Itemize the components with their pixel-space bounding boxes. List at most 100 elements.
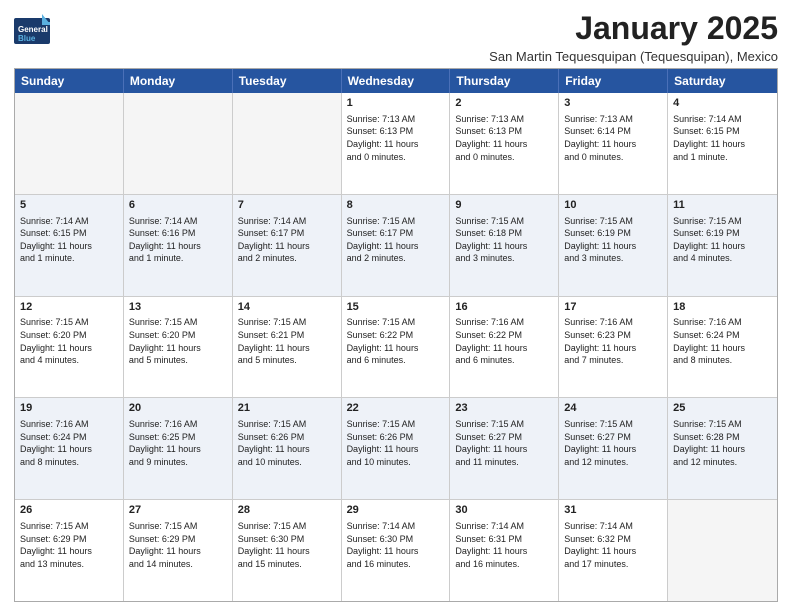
day-info: Sunrise: 7:14 AM Sunset: 6:17 PM Dayligh… <box>238 215 336 265</box>
logo: General Blue <box>14 10 104 44</box>
calendar-header: SundayMondayTuesdayWednesdayThursdayFrid… <box>15 69 777 93</box>
day-number: 18 <box>673 300 772 315</box>
calendar-cell: 10Sunrise: 7:15 AM Sunset: 6:19 PM Dayli… <box>559 195 668 296</box>
day-number: 22 <box>347 401 445 416</box>
calendar-cell: 25 Sunrise: 7:15 AM Sunset: 6:28 PM Dayli… <box>668 398 777 499</box>
day-info: Sunrise: 7:14 AM Sunset: 6:30 PM Dayligh… <box>347 520 445 570</box>
calendar-cell: 6 Sunrise: 7:14 AM Sunset: 6:16 PM Daylig… <box>124 195 233 296</box>
day-number: 10 <box>564 198 662 213</box>
calendar-body: 1Sunrise: 7:13 AM Sunset: 6:13 PM Daylig… <box>15 93 777 601</box>
calendar-cell: 19Sunrise: 7:16 AM Sunset: 6:24 PM Dayli… <box>15 398 124 499</box>
calendar-cell: 11 Sunrise: 7:15 AM Sunset: 6:19 PM Dayli… <box>668 195 777 296</box>
calendar-cell: 2 Sunrise: 7:13 AM Sunset: 6:13 PM Daylig… <box>450 93 559 194</box>
day-number: 16 <box>455 300 553 315</box>
day-info: Sunrise: 7:15 AM Sunset: 6:26 PM Dayligh… <box>347 418 445 468</box>
day-number: 23 <box>455 401 553 416</box>
day-info: Sunrise: 7:16 AM Sunset: 6:23 PM Dayligh… <box>564 316 662 366</box>
title-block: January 2025 San Martin Tequesquipan (Te… <box>489 10 778 64</box>
logo-icon: General Blue <box>14 10 50 44</box>
calendar-cell: 21 Sunrise: 7:15 AM Sunset: 6:26 PM Dayli… <box>233 398 342 499</box>
header: General Blue January 2025 San Martin Teq… <box>14 10 778 64</box>
day-number: 12 <box>20 300 118 315</box>
calendar-cell <box>233 93 342 194</box>
day-number: 9 <box>455 198 553 213</box>
day-number: 31 <box>564 503 662 518</box>
calendar-cell: 13Sunrise: 7:15 AM Sunset: 6:20 PM Dayli… <box>124 297 233 398</box>
day-number: 25 <box>673 401 772 416</box>
calendar-cell: 29 Sunrise: 7:14 AM Sunset: 6:30 PM Dayli… <box>342 500 451 601</box>
day-info: Sunrise: 7:15 AM Sunset: 6:28 PM Dayligh… <box>673 418 772 468</box>
day-info: Sunrise: 7:15 AM Sunset: 6:17 PM Dayligh… <box>347 215 445 265</box>
day-number: 27 <box>129 503 227 518</box>
calendar-cell <box>668 500 777 601</box>
calendar-cell <box>15 93 124 194</box>
header-day: Wednesday <box>342 69 451 93</box>
day-info: Sunrise: 7:15 AM Sunset: 6:27 PM Dayligh… <box>455 418 553 468</box>
calendar-cell <box>124 93 233 194</box>
calendar-cell: 31 Sunrise: 7:14 AM Sunset: 6:32 PM Dayli… <box>559 500 668 601</box>
header-day: Sunday <box>15 69 124 93</box>
day-number: 3 <box>564 96 662 111</box>
day-number: 29 <box>347 503 445 518</box>
day-number: 2 <box>455 96 553 111</box>
calendar-cell: 30 Sunrise: 7:14 AM Sunset: 6:31 PM Dayli… <box>450 500 559 601</box>
day-number: 17 <box>564 300 662 315</box>
day-info: Sunrise: 7:15 AM Sunset: 6:27 PM Dayligh… <box>564 418 662 468</box>
header-day: Saturday <box>668 69 777 93</box>
calendar-cell: 9 Sunrise: 7:15 AM Sunset: 6:18 PM Daylig… <box>450 195 559 296</box>
calendar-cell: 22 Sunrise: 7:15 AM Sunset: 6:26 PM Dayli… <box>342 398 451 499</box>
day-number: 4 <box>673 96 772 111</box>
calendar-row: 5 Sunrise: 7:14 AM Sunset: 6:15 PM Daylig… <box>15 195 777 297</box>
day-number: 11 <box>673 198 772 213</box>
day-info: Sunrise: 7:15 AM Sunset: 6:18 PM Dayligh… <box>455 215 553 265</box>
day-number: 19 <box>20 401 118 416</box>
day-info: Sunrise: 7:13 AM Sunset: 6:13 PM Dayligh… <box>455 113 553 163</box>
day-info: Sunrise: 7:16 AM Sunset: 6:22 PM Dayligh… <box>455 316 553 366</box>
day-info: Sunrise: 7:14 AM Sunset: 6:15 PM Dayligh… <box>673 113 772 163</box>
calendar-row: 19Sunrise: 7:16 AM Sunset: 6:24 PM Dayli… <box>15 398 777 500</box>
calendar-cell: 14Sunrise: 7:15 AM Sunset: 6:21 PM Dayli… <box>233 297 342 398</box>
svg-text:Blue: Blue <box>18 34 36 43</box>
calendar-cell: 17Sunrise: 7:16 AM Sunset: 6:23 PM Dayli… <box>559 297 668 398</box>
day-info: Sunrise: 7:16 AM Sunset: 6:25 PM Dayligh… <box>129 418 227 468</box>
calendar-cell: 20 Sunrise: 7:16 AM Sunset: 6:25 PM Dayli… <box>124 398 233 499</box>
page: General Blue January 2025 San Martin Teq… <box>0 0 792 612</box>
day-info: Sunrise: 7:15 AM Sunset: 6:30 PM Dayligh… <box>238 520 336 570</box>
day-number: 26 <box>20 503 118 518</box>
day-number: 28 <box>238 503 336 518</box>
day-info: Sunrise: 7:14 AM Sunset: 6:32 PM Dayligh… <box>564 520 662 570</box>
day-number: 20 <box>129 401 227 416</box>
day-number: 30 <box>455 503 553 518</box>
calendar-cell: 7 Sunrise: 7:14 AM Sunset: 6:17 PM Daylig… <box>233 195 342 296</box>
day-info: Sunrise: 7:14 AM Sunset: 6:16 PM Dayligh… <box>129 215 227 265</box>
day-info: Sunrise: 7:13 AM Sunset: 6:13 PM Dayligh… <box>347 113 445 163</box>
day-number: 5 <box>20 198 118 213</box>
day-number: 15 <box>347 300 445 315</box>
day-info: Sunrise: 7:15 AM Sunset: 6:20 PM Dayligh… <box>129 316 227 366</box>
day-info: Sunrise: 7:15 AM Sunset: 6:26 PM Dayligh… <box>238 418 336 468</box>
day-number: 21 <box>238 401 336 416</box>
day-info: Sunrise: 7:14 AM Sunset: 6:31 PM Dayligh… <box>455 520 553 570</box>
calendar-cell: 27 Sunrise: 7:15 AM Sunset: 6:29 PM Dayli… <box>124 500 233 601</box>
calendar-row: 12 Sunrise: 7:15 AM Sunset: 6:20 PM Dayli… <box>15 297 777 399</box>
calendar-row: 26 Sunrise: 7:15 AM Sunset: 6:29 PM Dayli… <box>15 500 777 601</box>
calendar-cell: 4 Sunrise: 7:14 AM Sunset: 6:15 PM Daylig… <box>668 93 777 194</box>
subtitle: San Martin Tequesquipan (Tequesquipan), … <box>489 49 778 64</box>
calendar-row: 1Sunrise: 7:13 AM Sunset: 6:13 PM Daylig… <box>15 93 777 195</box>
day-info: Sunrise: 7:16 AM Sunset: 6:24 PM Dayligh… <box>673 316 772 366</box>
calendar-cell: 5 Sunrise: 7:14 AM Sunset: 6:15 PM Daylig… <box>15 195 124 296</box>
day-info: Sunrise: 7:14 AM Sunset: 6:15 PM Dayligh… <box>20 215 118 265</box>
calendar-cell: 18Sunrise: 7:16 AM Sunset: 6:24 PM Dayli… <box>668 297 777 398</box>
day-number: 13 <box>129 300 227 315</box>
header-day: Thursday <box>450 69 559 93</box>
day-info: Sunrise: 7:15 AM Sunset: 6:22 PM Dayligh… <box>347 316 445 366</box>
calendar-cell: 3Sunrise: 7:13 AM Sunset: 6:14 PM Daylig… <box>559 93 668 194</box>
calendar-cell: 23 Sunrise: 7:15 AM Sunset: 6:27 PM Dayli… <box>450 398 559 499</box>
day-info: Sunrise: 7:15 AM Sunset: 6:29 PM Dayligh… <box>20 520 118 570</box>
header-day: Friday <box>559 69 668 93</box>
day-number: 6 <box>129 198 227 213</box>
calendar-cell: 16Sunrise: 7:16 AM Sunset: 6:22 PM Dayli… <box>450 297 559 398</box>
day-number: 7 <box>238 198 336 213</box>
day-info: Sunrise: 7:15 AM Sunset: 6:29 PM Dayligh… <box>129 520 227 570</box>
day-info: Sunrise: 7:15 AM Sunset: 6:19 PM Dayligh… <box>673 215 772 265</box>
